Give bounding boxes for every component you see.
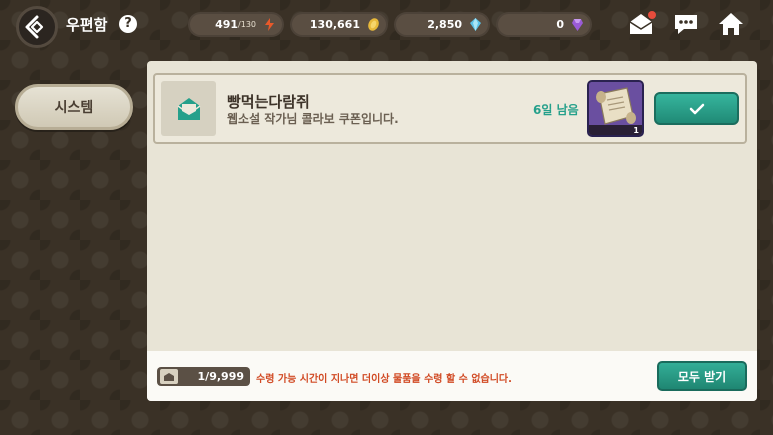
mail-item[interactable]: 빵먹는다람쥐 웹소설 작가님 콜라보 쿠폰입니다. 6일 남음 1 — [153, 73, 747, 144]
claim-button[interactable] — [654, 92, 739, 125]
check-icon — [689, 103, 704, 114]
claim-all-button[interactable]: 모두 받기 — [657, 361, 747, 391]
expiry-warning: 수령 가능 시간이 지나면 더이상 물품을 수령 할 수 없습니다. — [256, 374, 512, 385]
chat-icon — [675, 15, 697, 34]
gold-value: 130,661 — [309, 18, 360, 31]
gem-value: 0 — [556, 18, 564, 31]
home-button[interactable] — [717, 10, 745, 38]
mail-footer: 1/9,999 수령 가능 시간이 지나면 더이상 물품을 수령 할 수 없습니… — [147, 351, 757, 401]
stamina-icon — [265, 18, 274, 31]
page-title: 우편함 — [66, 16, 108, 34]
home-icon — [719, 13, 743, 35]
mail-description: 웹소설 작가님 콜라보 쿠폰입니다. — [227, 112, 399, 126]
back-button[interactable] — [16, 6, 58, 48]
mail-panel: 빵먹는다람쥐 웹소설 작가님 콜라보 쿠폰입니다. 6일 남음 1 1/9,99… — [147, 61, 757, 401]
mail-count: 1/9,999 — [197, 370, 244, 383]
notification-dot — [648, 11, 656, 19]
stamina-max: /130 — [238, 20, 256, 29]
back-arrow-icon — [25, 15, 44, 39]
reward-count: 1 — [633, 126, 639, 135]
crystal-counter[interactable]: 2,850 — [394, 12, 490, 37]
gem-counter[interactable]: 0 — [496, 12, 592, 37]
mail-count-badge: 1/9,999 — [157, 367, 250, 386]
top-bar: 우편함 ? 491/130 130,661 2,850 0 — [0, 0, 773, 52]
crystal-icon — [470, 18, 481, 31]
tab-system[interactable]: 시스템 — [15, 84, 133, 130]
mailbox-icon — [160, 369, 178, 384]
remaining-time: 6일 남음 — [533, 103, 579, 117]
help-icon[interactable]: ? — [119, 15, 137, 33]
gold-counter[interactable]: 130,661 — [290, 12, 388, 37]
mail-icon-box — [161, 81, 216, 136]
gold-coin-icon — [368, 18, 379, 31]
mail-title: 빵먹는다람쥐 — [227, 93, 310, 111]
open-envelope-icon — [177, 97, 200, 120]
purple-gem-icon — [572, 19, 583, 31]
reward-item[interactable]: 1 — [587, 80, 644, 137]
stamina-value: 491 — [215, 18, 239, 31]
mail-button[interactable] — [627, 10, 656, 38]
stamina-counter[interactable]: 491/130 — [188, 12, 284, 37]
chat-button[interactable] — [672, 10, 700, 38]
crystal-value: 2,850 — [427, 18, 462, 31]
